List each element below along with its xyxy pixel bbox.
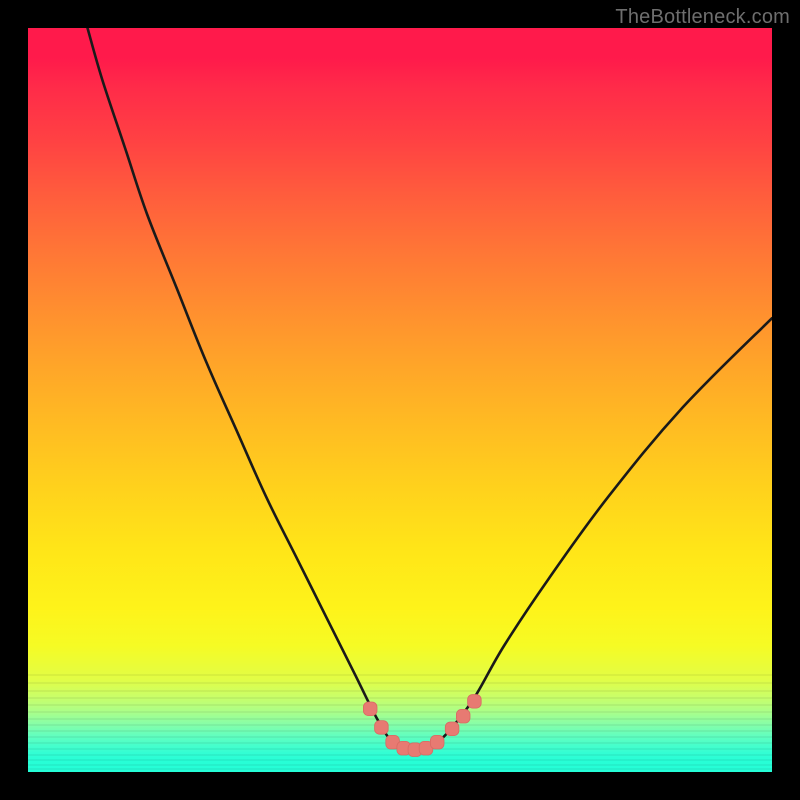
highlight-dot [375,721,389,735]
highlight-dot [363,702,377,716]
highlight-dot [430,735,444,749]
highlight-dot [456,709,470,723]
bottleneck-curve [88,28,773,751]
highlight-dot [468,695,482,709]
chart-svg [28,28,772,772]
curve-layer [88,28,773,751]
highlight-dot [445,722,459,736]
plot-area [28,28,772,772]
app-frame: TheBottleneck.com [0,0,800,800]
highlight-dots [363,695,481,757]
watermark-text: TheBottleneck.com [615,6,790,29]
